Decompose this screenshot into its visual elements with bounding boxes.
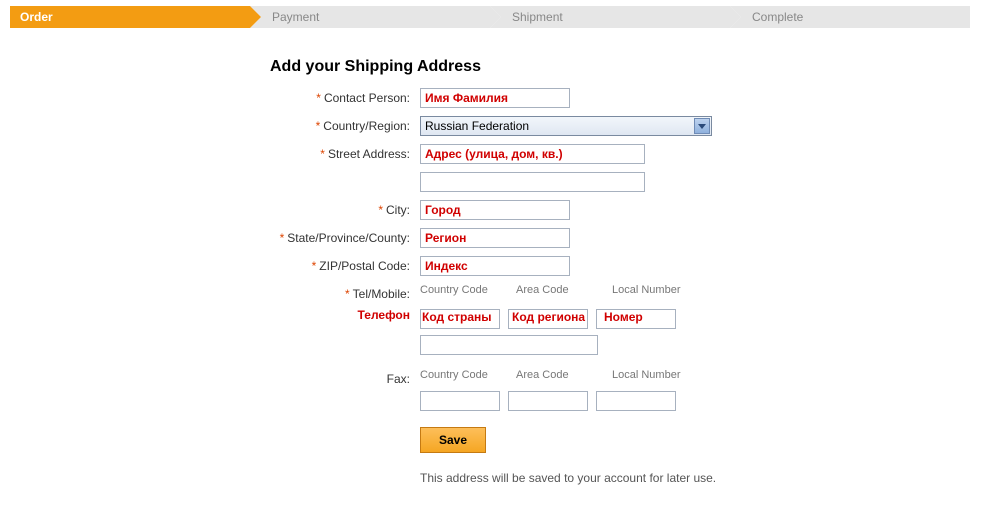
label-state: *State/Province/County: [270, 228, 420, 245]
label-fax: Fax: [270, 369, 420, 386]
label-contact: *Contact Person: [270, 88, 420, 105]
street1-input[interactable] [420, 144, 645, 164]
step-order: Order [10, 6, 250, 28]
step-payment: Payment [250, 6, 490, 28]
fax-country-input[interactable] [420, 391, 500, 411]
label-tel: *Tel/Mobile: [270, 284, 420, 301]
tel-extra-box [420, 335, 598, 355]
progress-steps: Order Payment Shipment Complete [10, 6, 990, 28]
phone-headers: Country Code Area Code Local Number [420, 284, 712, 296]
ru-tel-label: Телефон [270, 305, 420, 322]
page-title: Add your Shipping Address [270, 58, 1000, 76]
step-label: Order [20, 10, 53, 24]
contact-input[interactable] [420, 88, 570, 108]
zip-input[interactable] [420, 256, 570, 276]
step-shipment: Shipment [490, 6, 730, 28]
tel-local-input[interactable] [596, 309, 676, 329]
country-select[interactable]: Russian Federation [420, 116, 712, 136]
city-input[interactable] [420, 200, 570, 220]
step-label: Complete [752, 10, 803, 24]
label-zip: *ZIP/Postal Code: [270, 256, 420, 273]
label-country: *Country/Region: [270, 116, 420, 133]
label-city: *City: [270, 200, 420, 217]
fax-local-input[interactable] [596, 391, 676, 411]
step-complete: Complete [730, 6, 970, 28]
state-input[interactable] [420, 228, 570, 248]
street2-input[interactable] [420, 172, 645, 192]
tel-area-input[interactable] [508, 309, 588, 329]
save-note: This address will be saved to your accou… [420, 471, 716, 485]
label-street: *Street Address: [270, 144, 420, 161]
fax-headers: Country Code Area Code Local Number [420, 369, 712, 381]
fax-area-input[interactable] [508, 391, 588, 411]
step-label: Payment [272, 10, 319, 24]
step-label: Shipment [512, 10, 563, 24]
save-button[interactable]: Save [420, 427, 486, 453]
tel-country-input[interactable] [420, 309, 500, 329]
